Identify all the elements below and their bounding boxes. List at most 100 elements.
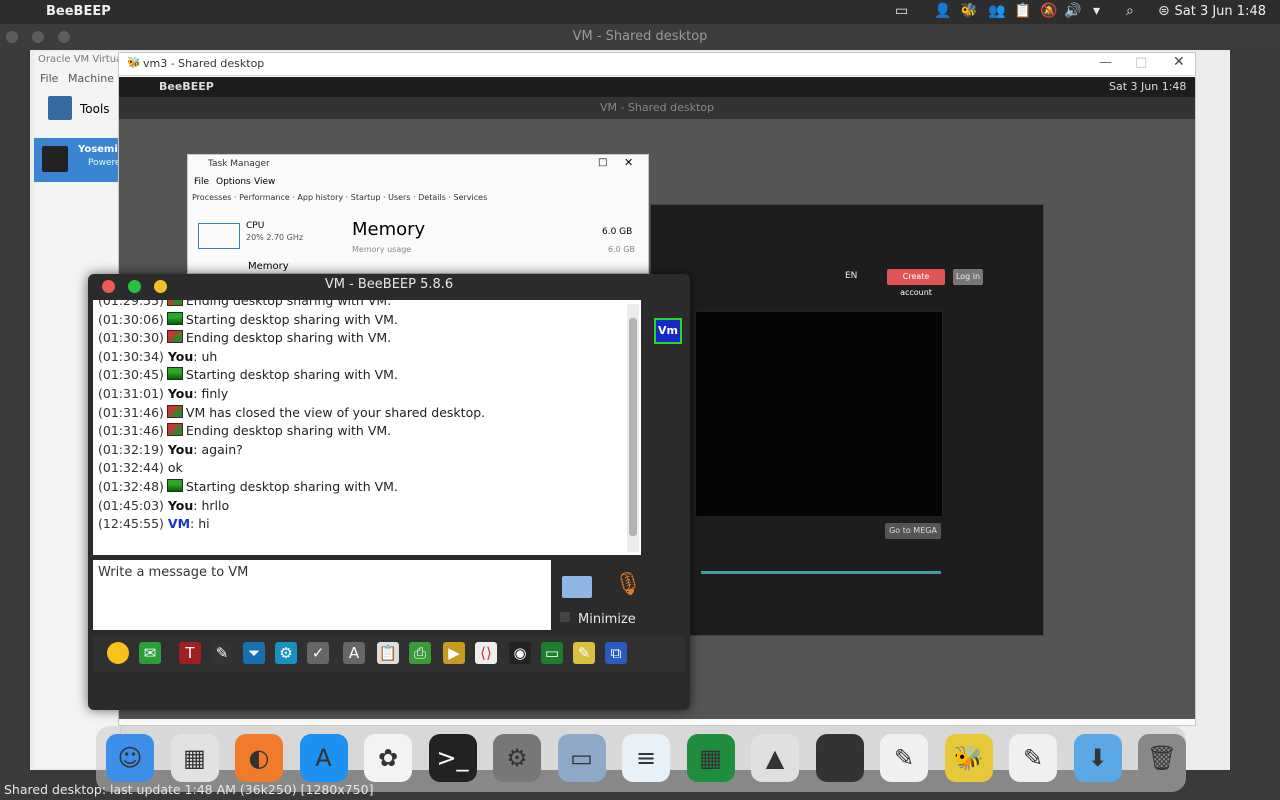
downloads-icon[interactable]: ⬇ (1073, 734, 1122, 782)
create-account-button[interactable]: Create account (887, 269, 945, 297)
image-editor-icon[interactable]: ▲ (751, 734, 799, 782)
message-timestamp: (01:32:19) (98, 441, 164, 457)
top-menubar: BeeBEEP ▭ 👤 🐝 👥 📋 🔕 🔊 ▾ ⌕ ⊜ Sat 3 Jun 1:… (0, 0, 1280, 24)
control-center-icon[interactable]: ⊜ (1158, 3, 1170, 19)
vbox-menu-machine[interactable]: Machine (68, 72, 114, 85)
message-timestamp: (01:31:01) (98, 385, 164, 401)
text-color-icon[interactable]: T (179, 642, 201, 664)
task-manager-maximize-button[interactable]: □ (598, 157, 607, 168)
minimize-button[interactable] (32, 31, 44, 43)
login-button[interactable]: Log in (953, 269, 983, 285)
vm3-maximize-button[interactable]: □ (1135, 55, 1147, 70)
language-selector[interactable]: EN (845, 271, 857, 281)
save-icon[interactable]: ⎙ (409, 642, 431, 664)
desktop-share-icon[interactable]: ▭ (541, 642, 563, 664)
spreadsheet-icon[interactable]: ▦ (686, 734, 735, 782)
terminal-icon[interactable]: >_ (428, 734, 477, 782)
tm-tab-startup[interactable]: Startup (351, 193, 381, 202)
chevron-down-icon[interactable]: ▾ (1093, 3, 1100, 19)
spellcheck-icon[interactable]: ✓ (307, 642, 329, 664)
message-sender: You (167, 497, 194, 513)
filter-icon[interactable]: ⏷ (243, 642, 265, 664)
memory-side-label[interactable]: Memory (248, 261, 289, 272)
chat-titlebar: VM - BeeBEEP 5.8.6 (88, 274, 690, 296)
tm-menu-file[interactable]: File (194, 177, 209, 187)
trash-icon[interactable]: 🗑 (1138, 734, 1186, 782)
finder-icon[interactable]: ☺ (106, 734, 154, 782)
battery-icon[interactable]: ▭ (895, 3, 908, 19)
chat-zoom-button[interactable] (128, 280, 141, 293)
message-timestamp: (12:45:55) (98, 516, 164, 532)
message-text: finly (201, 385, 229, 401)
notes-icon[interactable]: ✎ (1009, 734, 1057, 782)
message-timestamp: (01:45:03) (98, 497, 164, 513)
vbox-menu-file[interactable]: File (40, 72, 58, 85)
task-manager-close-button[interactable]: ✕ (624, 156, 633, 169)
preview-icon[interactable]: ▭ (557, 734, 606, 782)
chat-message: (01:31:01) You: finly (98, 385, 229, 401)
message-input[interactable]: Write a message to VM (93, 560, 551, 630)
clipboard-icon[interactable]: 📋 (1014, 3, 1031, 19)
tm-menu-options[interactable]: Options (216, 177, 251, 187)
notes-icon[interactable]: ✎ (573, 642, 595, 664)
html-icon[interactable]: ⟨⟩ (475, 642, 497, 664)
photos-icon[interactable]: ✿ (364, 734, 412, 782)
tm-tab-users[interactable]: Users (388, 193, 410, 202)
clipboard-icon[interactable]: 📋 (377, 642, 399, 664)
message-timestamp: (01:30:45) (98, 367, 164, 383)
chat-close-button[interactable] (102, 280, 115, 293)
firefox-icon[interactable]: ◐ (235, 734, 283, 782)
chat-log[interactable]: (01:29:55) Ending desktop sharing with VM… (93, 300, 641, 555)
minimize-checkbox[interactable] (560, 612, 570, 622)
volume-icon[interactable]: 🔊 (1064, 3, 1081, 19)
folder-icon[interactable]: ▶ (443, 642, 465, 664)
message-text: Starting desktop sharing with VM. (185, 311, 398, 327)
font-icon[interactable]: A (343, 642, 365, 664)
attach-icon[interactable]: ⧉ (605, 642, 627, 664)
bee-icon[interactable]: 🐝 (960, 3, 977, 19)
tm-tab-processes[interactable]: Processes (192, 193, 231, 202)
vm3-minimize-button[interactable]: — (1099, 55, 1112, 70)
chat-minimize-button[interactable] (154, 280, 167, 293)
tm-tab-services[interactable]: Services (454, 193, 488, 202)
vm3-titlebar: 🐝 vm3 - Shared desktop — □ ✕ (119, 53, 1195, 76)
mail-icon[interactable]: ✉ (139, 642, 161, 664)
users-icon[interactable]: 👥 (988, 3, 1005, 19)
search-icon[interactable]: ⌕ (1126, 3, 1134, 19)
tm-tab-details[interactable]: Details (418, 193, 446, 202)
message-text: uh (201, 348, 218, 364)
emoji-icon[interactable] (107, 642, 129, 664)
text-editor-icon[interactable]: ≡ (622, 734, 670, 782)
tape-icon[interactable]: ▭ (815, 734, 864, 782)
tm-menu-view[interactable]: View (254, 177, 275, 187)
microphone-icon[interactable]: 🎙 (614, 572, 642, 597)
close-button[interactable] (6, 31, 18, 43)
chat-scrollbar[interactable] (627, 304, 639, 552)
screenshot-icon[interactable]: ◉ (509, 642, 531, 664)
system-preferences-icon[interactable]: ⚙ (493, 734, 541, 782)
tm-tab-app-history[interactable]: App history (297, 193, 343, 202)
brush-icon[interactable]: ✎ (211, 642, 233, 664)
beebeep-icon[interactable]: 🐝 (944, 734, 993, 782)
scroll-thumb[interactable] (629, 318, 637, 536)
user-icon[interactable]: 👤 (934, 3, 951, 19)
app-store-icon[interactable]: A (299, 734, 348, 782)
message-timestamp: (01:30:34) (98, 348, 164, 364)
clock[interactable]: Sat 3 Jun 1:48 (1175, 4, 1267, 19)
tm-tab-performance[interactable]: Performance (239, 193, 290, 202)
notifications-off-icon[interactable]: 🔕 (1040, 3, 1057, 19)
tools-label[interactable]: Tools (80, 102, 110, 116)
go-to-mega-button[interactable]: Go to MEGA (885, 523, 941, 539)
progress-line (701, 571, 941, 574)
user-badge[interactable]: Vm (654, 318, 682, 344)
vm-list-item[interactable]: Yosemite Powered (34, 138, 129, 182)
app-name[interactable]: BeeBEEP (46, 4, 111, 19)
send-icon[interactable] (562, 576, 592, 598)
cpu-label[interactable]: CPU (246, 221, 264, 231)
settings-icon[interactable]: ⚙ (275, 642, 297, 664)
launchpad-icon[interactable]: ▦ (170, 734, 219, 782)
vm3-close-button[interactable]: ✕ (1173, 54, 1185, 70)
zoom-button[interactable] (58, 31, 70, 43)
tm-tabs: Processes · Performance · App history · … (192, 193, 488, 202)
notes-icon[interactable]: ✎ (880, 734, 928, 782)
